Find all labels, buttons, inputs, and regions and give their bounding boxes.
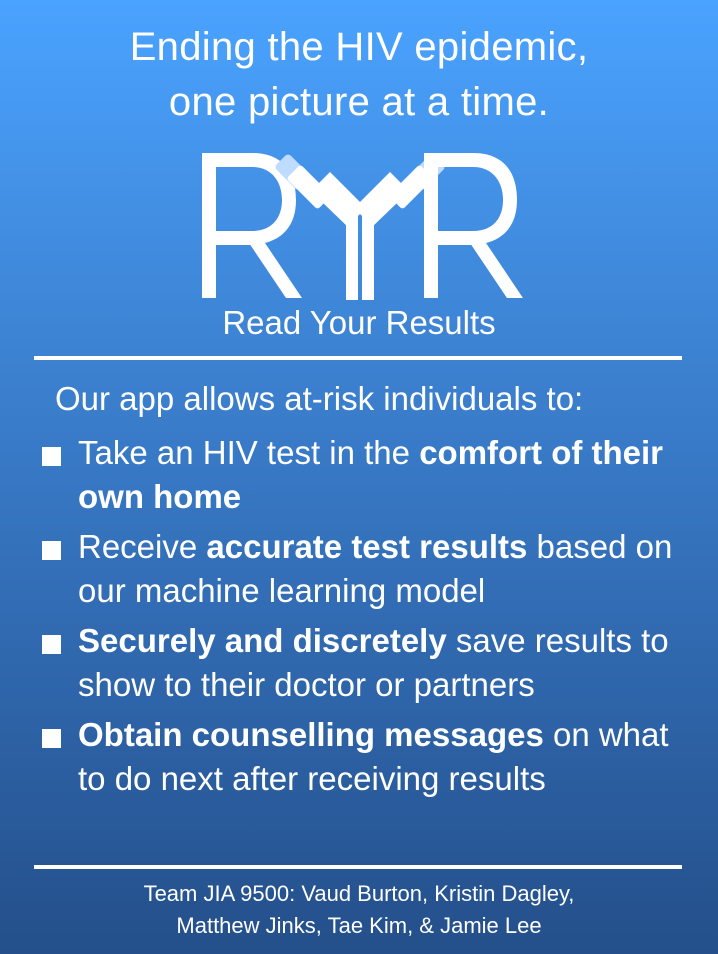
bottom-divider — [34, 865, 682, 869]
feature-list: Take an HIV test in the comfort of their… — [42, 431, 682, 807]
feature-text-bold: Securely and discretely — [78, 622, 447, 659]
square-bullet-icon — [42, 729, 61, 748]
square-bullet-icon — [42, 635, 61, 654]
top-divider — [34, 356, 682, 360]
feature-text-bold: accurate test results — [206, 528, 528, 565]
ryr-logo-graphic — [202, 153, 523, 300]
feature-item-comfort: Take an HIV test in the comfort of their… — [42, 431, 682, 519]
feature-text-regular: Take an HIV test in the — [78, 434, 420, 471]
headline-line-1: Ending the HIV epidemic, — [129, 25, 589, 69]
square-bullet-icon — [42, 541, 61, 560]
credits-line-2: Matthew Jinks, Tae Kim, & Jamie Lee — [176, 913, 542, 938]
headline: Ending the HIV epidemic, one picture at … — [0, 20, 718, 130]
app-name: Read Your Results — [222, 304, 496, 341]
square-bullet-icon — [42, 447, 61, 466]
logo-letter-r-right — [424, 153, 523, 298]
credits-line-1: Team JIA 9500: Vaud Burton, Kristin Dagl… — [143, 881, 575, 906]
feature-text-regular: Receive — [78, 528, 207, 565]
antibody-y-icon — [275, 154, 445, 300]
intro-text: Our app allows at-risk individuals to: — [55, 380, 584, 417]
feature-item-accurate-results: Receive accurate test results based on o… — [42, 525, 682, 613]
feature-item-secure-save: Securely and discretely save results to … — [42, 619, 682, 707]
feature-text-bold: Obtain counselling messages — [78, 716, 544, 753]
feature-item-counselling: Obtain counselling messages on what to d… — [42, 713, 682, 801]
team-credits: Team JIA 9500: Vaud Burton, Kristin Dagl… — [0, 878, 718, 942]
ryr-logo — [190, 145, 530, 305]
headline-line-2: one picture at a time. — [168, 80, 550, 124]
